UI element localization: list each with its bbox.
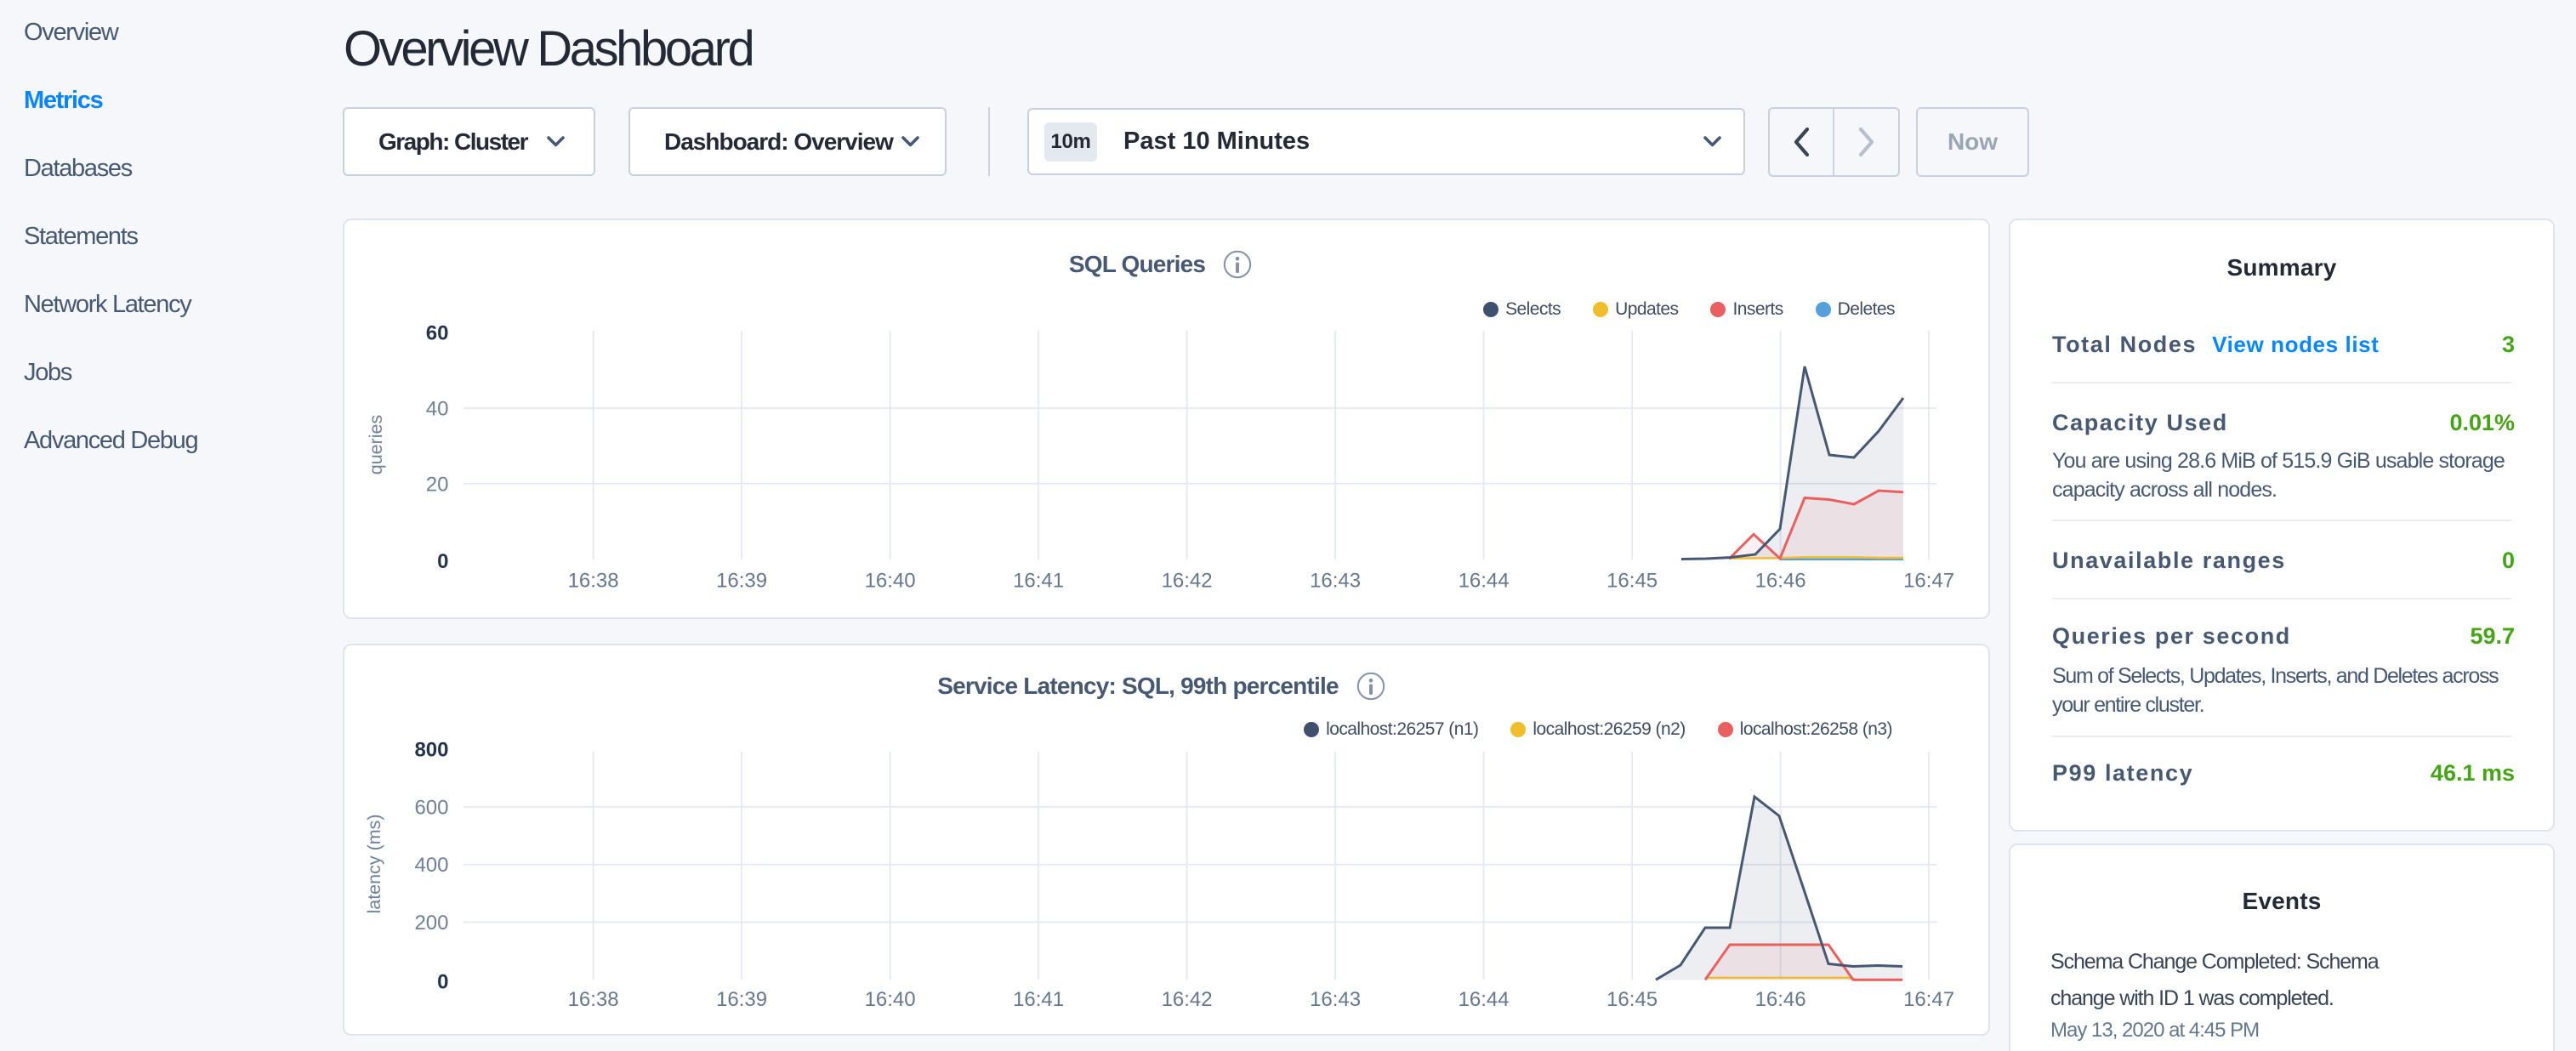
svg-text:16:43: 16:43 — [1310, 988, 1361, 1011]
svg-text:0: 0 — [437, 971, 448, 994]
svg-text:16:43: 16:43 — [1310, 570, 1361, 593]
svg-text:16:46: 16:46 — [1755, 570, 1806, 593]
svg-text:16:47: 16:47 — [1903, 988, 1954, 1011]
svg-text:queries: queries — [366, 415, 386, 475]
svg-text:16:40: 16:40 — [865, 988, 916, 1011]
svg-text:16:42: 16:42 — [1162, 988, 1213, 1011]
svg-text:16:40: 16:40 — [865, 570, 916, 593]
svg-text:16:42: 16:42 — [1162, 570, 1213, 593]
svg-text:16:38: 16:38 — [568, 570, 619, 593]
svg-text:16:47: 16:47 — [1903, 570, 1954, 593]
svg-text:16:44: 16:44 — [1459, 988, 1510, 1011]
svg-text:600: 600 — [414, 796, 448, 819]
svg-text:latency (ms): latency (ms) — [364, 814, 384, 913]
svg-text:16:45: 16:45 — [1606, 988, 1658, 1011]
svg-text:16:39: 16:39 — [716, 570, 767, 593]
svg-text:16:38: 16:38 — [568, 988, 619, 1011]
svg-text:16:41: 16:41 — [1013, 570, 1064, 593]
svg-text:20: 20 — [426, 473, 449, 496]
svg-text:16:46: 16:46 — [1755, 988, 1806, 1011]
svg-text:200: 200 — [414, 912, 448, 935]
svg-text:800: 800 — [414, 739, 448, 762]
svg-text:0: 0 — [437, 550, 448, 573]
svg-text:16:44: 16:44 — [1459, 570, 1510, 593]
svg-text:40: 40 — [426, 398, 449, 421]
svg-text:16:39: 16:39 — [716, 988, 767, 1011]
svg-text:16:41: 16:41 — [1013, 988, 1064, 1011]
svg-text:400: 400 — [414, 854, 448, 877]
svg-text:60: 60 — [426, 322, 449, 345]
svg-text:16:45: 16:45 — [1606, 570, 1658, 593]
